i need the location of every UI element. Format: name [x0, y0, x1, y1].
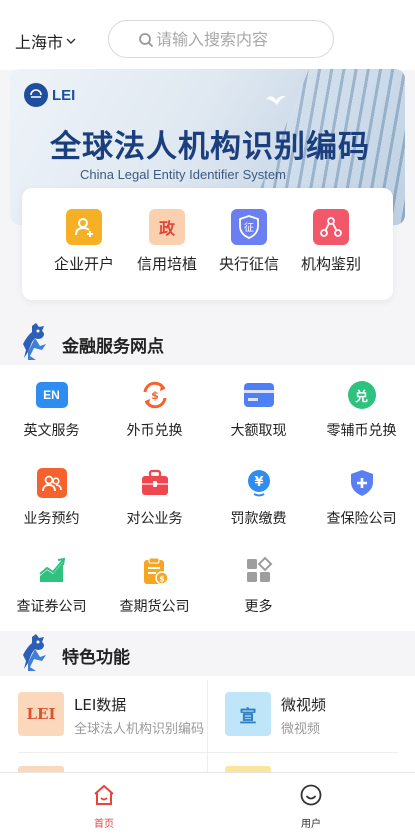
service-appointment[interactable]: 业务预约: [0, 467, 103, 528]
quick-action-verify[interactable]: 机构鉴别: [290, 209, 372, 274]
service-label: 查证券公司: [16, 599, 87, 615]
service-label: 查保险公司: [326, 511, 397, 527]
tab-label: 用户: [301, 819, 321, 830]
city-label: 上海市: [15, 33, 64, 52]
service-label: 英文服务: [23, 423, 80, 439]
coin-exchange-icon: 兑: [346, 379, 378, 411]
svg-text:$: $: [151, 389, 159, 402]
shield-zheng-icon: 征: [231, 209, 267, 245]
service-more[interactable]: 更多: [207, 555, 310, 616]
shield-plus-icon: [346, 467, 378, 499]
home-icon: [94, 784, 114, 805]
yuan-icon: ¥: [243, 467, 275, 499]
network-icon: [313, 209, 349, 245]
feature-title: LEI数据: [74, 696, 127, 714]
quick-action-pbc[interactable]: 征 央行征信: [208, 209, 290, 274]
feature-micro-video[interactable]: 宣 微视频 微视频: [225, 676, 415, 752]
search-bar[interactable]: [108, 20, 336, 58]
service-futures[interactable]: $ 查期货公司: [103, 555, 206, 616]
lei-logo-icon: [24, 83, 48, 107]
card-icon: [243, 379, 275, 411]
appointment-icon: [36, 467, 68, 499]
service-label: 更多: [244, 599, 273, 615]
lei-logo-text: LEI: [52, 86, 76, 104]
service-label: 查期货公司: [119, 599, 190, 615]
more-grid-icon: [243, 555, 275, 587]
service-cash[interactable]: 大额取现: [207, 379, 310, 440]
quick-actions-card: 企业开户 政 信用培植 征 央行征信 机构鉴别: [22, 188, 393, 300]
service-english[interactable]: EN 英文服务: [0, 379, 103, 440]
search-input[interactable]: [156, 29, 336, 49]
en-icon: EN: [35, 379, 68, 411]
currency-exchange-icon: $: [139, 379, 171, 411]
lei-logo: LEI: [24, 83, 75, 107]
svg-text:$: $: [159, 575, 165, 584]
briefcase-icon: [139, 467, 171, 499]
city-selector[interactable]: 上海市: [15, 29, 76, 53]
lei-badge-icon: LEI: [18, 692, 64, 736]
quick-action-label: 信用培植: [136, 255, 197, 273]
banner-subtitle: China Legal Entity Identifier System: [80, 167, 286, 182]
person-add-icon: [66, 209, 102, 245]
quick-action-account[interactable]: 企业开户: [43, 209, 125, 274]
banner-title: 全球法人机构识别编码: [50, 129, 370, 165]
svg-text:¥: ¥: [254, 475, 263, 490]
tab-user[interactable]: 用户: [281, 783, 341, 830]
quick-action-label: 企业开户: [53, 255, 114, 273]
futures-icon: $: [139, 555, 171, 587]
quick-action-credit[interactable]: 政 信用培植: [126, 209, 208, 274]
quick-action-label: 央行征信: [218, 255, 279, 273]
service-label: 外币兑换: [126, 423, 183, 439]
mascot-icon: [23, 634, 46, 671]
section-title: 金融服务网点: [62, 337, 164, 357]
service-label: 罚款缴费: [230, 511, 287, 527]
feature-divider: [207, 680, 208, 776]
section-financial-header: 金融服务网点: [0, 320, 415, 364]
search-icon: [139, 33, 154, 48]
tab-label: 首页: [94, 819, 114, 830]
feature-subtitle: 全球法人机构识别编码: [74, 722, 204, 737]
service-insurance[interactable]: 查保险公司: [310, 467, 413, 528]
services-grid: EN 英文服务 $ 外币兑换 大额取现 兑 零辅币兑换 业务预约 对公业务 ¥ …: [0, 365, 415, 631]
service-fx[interactable]: $ 外币兑换: [103, 379, 206, 440]
svg-text:征: 征: [244, 222, 254, 234]
user-smile-icon: [300, 784, 322, 806]
service-label: 大额取现: [230, 423, 287, 439]
zheng-icon: 政: [149, 209, 185, 245]
section-features-header: 特色功能: [0, 631, 415, 675]
service-corporate[interactable]: 对公业务: [103, 467, 206, 528]
service-fines[interactable]: ¥ 罚款缴费: [207, 467, 310, 528]
bottom-tab-bar: 首页 用户: [0, 772, 415, 840]
bird-icon: [266, 95, 286, 105]
section-title: 特色功能: [62, 648, 130, 668]
service-securities[interactable]: 查证券公司: [0, 555, 103, 616]
top-header: 上海市: [0, 0, 415, 70]
tab-home[interactable]: 首页: [74, 783, 134, 830]
xuan-badge-icon: 宣: [225, 692, 271, 736]
mascot-icon: [23, 323, 46, 360]
service-label: 对公业务: [126, 511, 183, 527]
feature-row-divider: [18, 752, 398, 753]
feature-subtitle: 微视频: [281, 722, 321, 737]
feature-title: 微视频: [281, 696, 327, 714]
service-coin[interactable]: 兑 零辅币兑换: [310, 379, 413, 440]
quick-action-label: 机构鉴别: [300, 255, 361, 273]
stock-chart-icon: [36, 555, 68, 587]
service-label: 零辅币兑换: [326, 423, 397, 439]
feature-lei-data[interactable]: LEI LEI数据 全球法人机构识别编码: [18, 676, 208, 752]
chevron-down-icon: [66, 38, 76, 44]
features-panel: LEI LEI数据 全球法人机构识别编码 宣 微视频 微视频: [0, 676, 415, 776]
service-label: 业务预约: [23, 511, 80, 527]
